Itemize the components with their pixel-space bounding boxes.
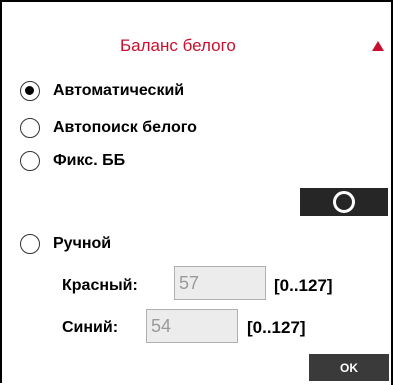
mode-manual[interactable]: Ручной: [20, 232, 111, 256]
blue-input[interactable]: [146, 309, 238, 343]
circle-icon: [333, 191, 355, 213]
mode-auto-label: Автоматический: [53, 82, 185, 99]
red-range: [0..127]: [274, 276, 333, 295]
blue-range: [0..127]: [247, 318, 306, 337]
mode-auto-search[interactable]: Автопоиск белого: [20, 116, 197, 140]
radio-fixed[interactable]: [20, 151, 40, 171]
mode-auto-search-label: Автопоиск белого: [53, 119, 197, 136]
triangle-up-icon[interactable]: [372, 41, 384, 51]
white-balance-panel: Баланс белого Автоматический Автопоиск б…: [0, 0, 393, 385]
mode-auto[interactable]: Автоматический: [20, 79, 184, 103]
red-input[interactable]: [174, 266, 266, 300]
mode-fixed[interactable]: Фикс. ББ: [20, 149, 125, 173]
red-label: Красный:: [62, 277, 138, 294]
radio-auto-search[interactable]: [20, 118, 40, 138]
radio-auto[interactable]: [20, 81, 40, 101]
panel-title: Баланс белого: [120, 36, 236, 55]
mode-fixed-label: Фикс. ББ: [53, 152, 126, 169]
ok-button[interactable]: OK: [309, 354, 389, 381]
fix-wb-button[interactable]: [300, 188, 388, 216]
radio-manual[interactable]: [20, 234, 40, 254]
mode-manual-label: Ручной: [53, 235, 112, 252]
blue-label: Синий:: [62, 319, 119, 336]
